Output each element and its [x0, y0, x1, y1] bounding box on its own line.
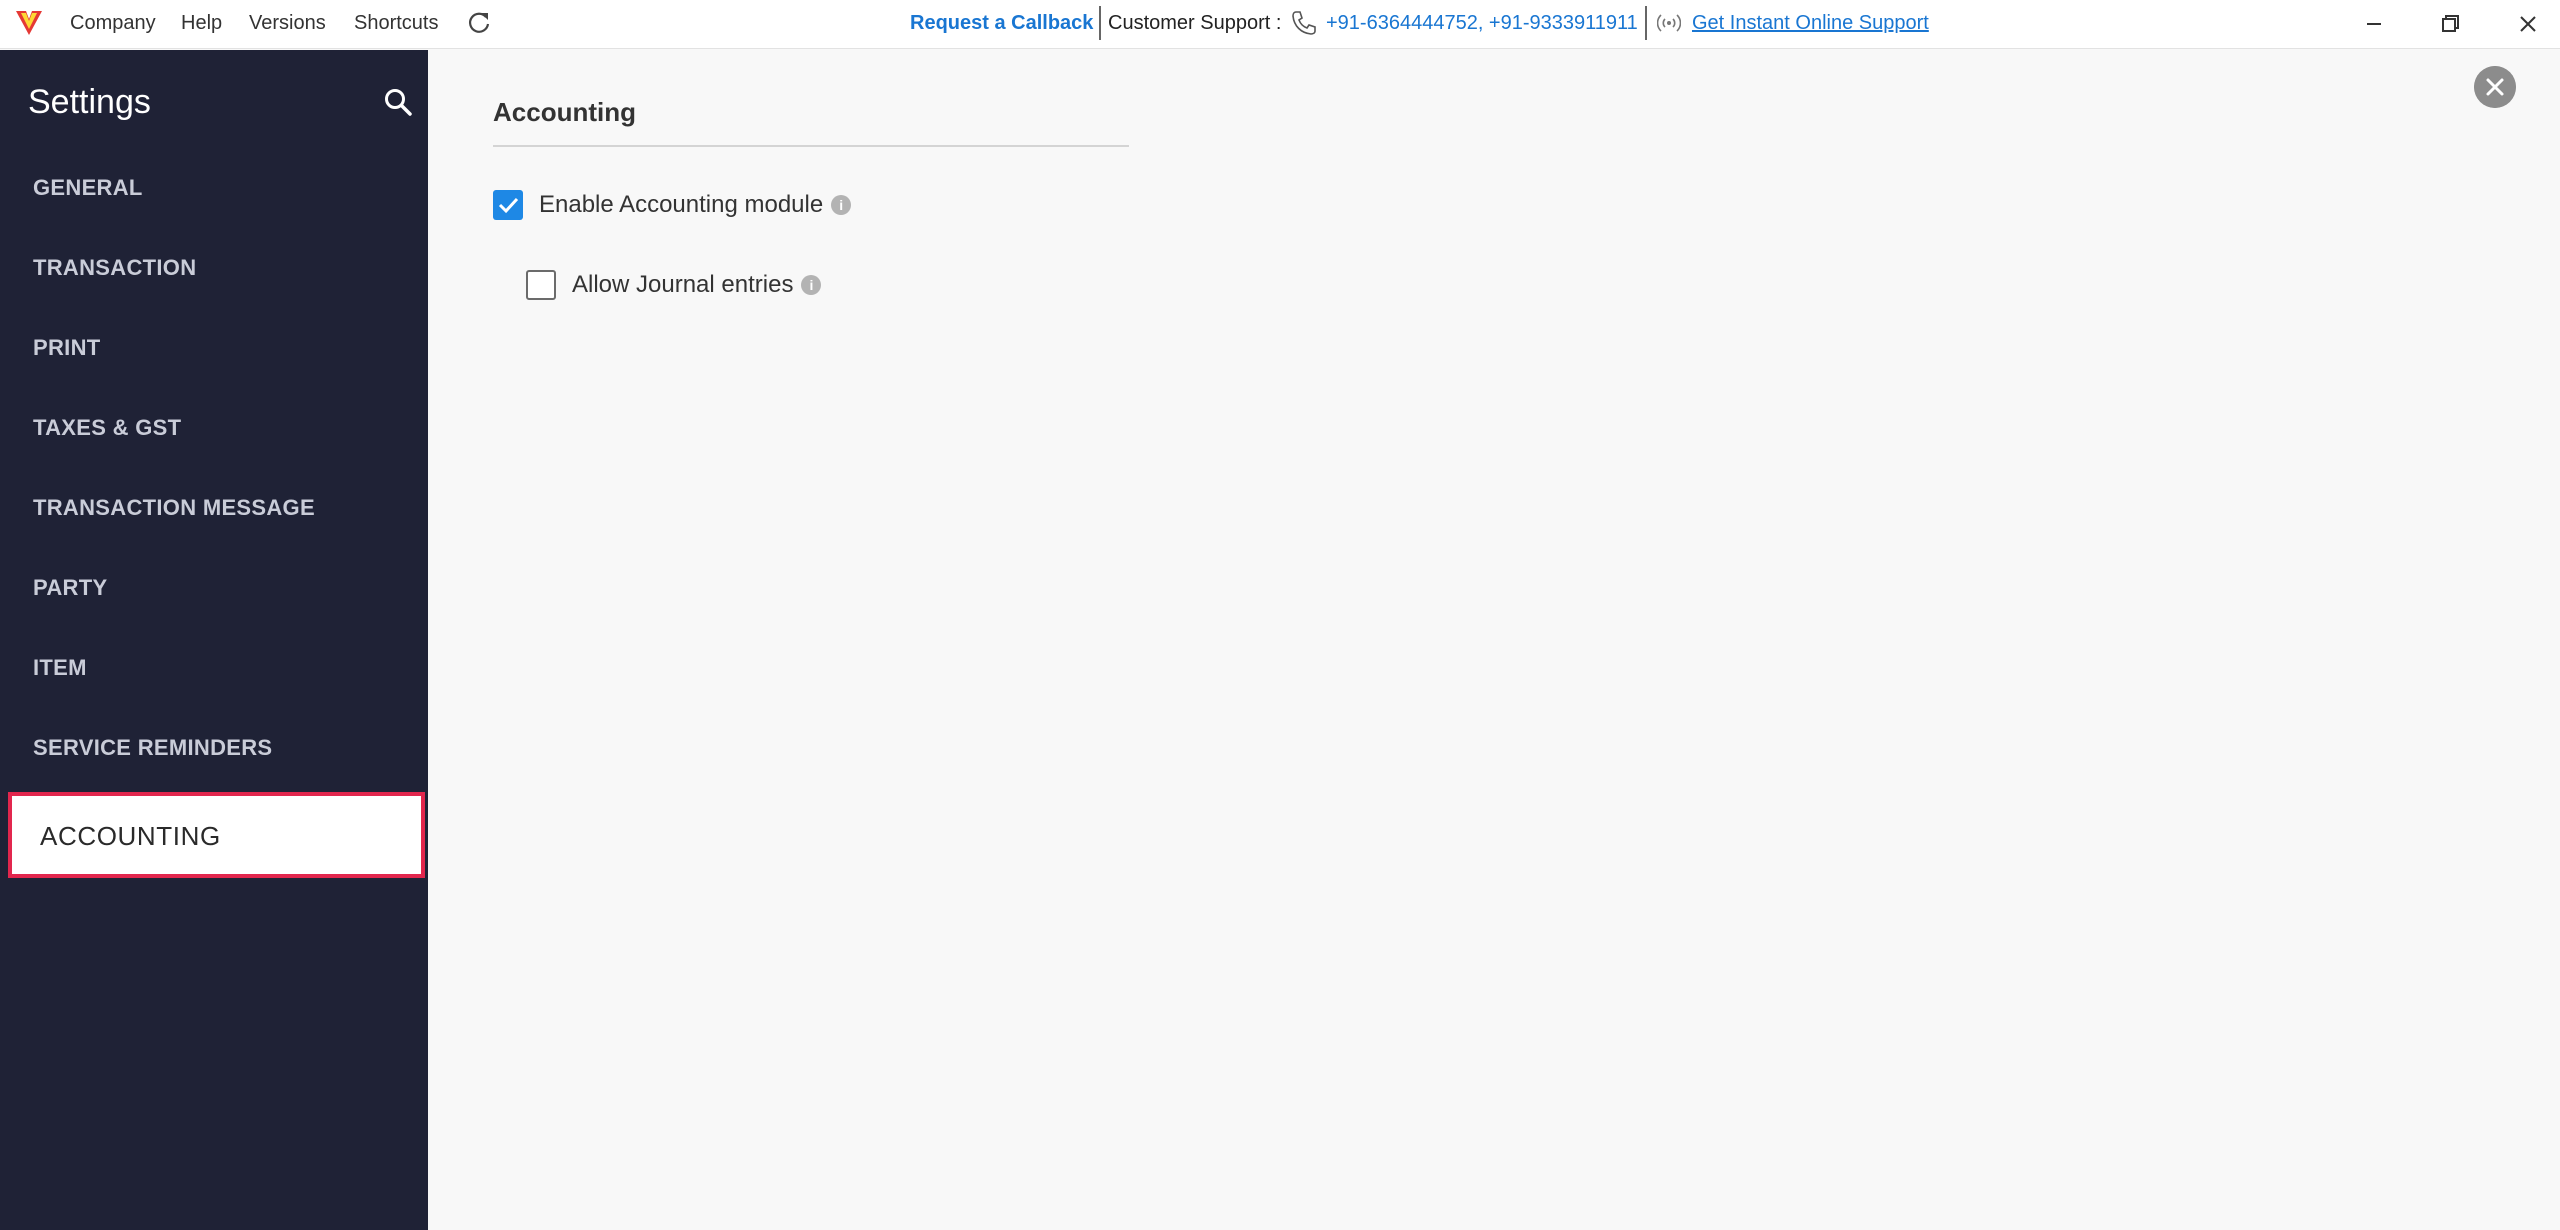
- sidebar-item-transaction[interactable]: TRANSACTION: [33, 254, 196, 282]
- menu-shortcuts[interactable]: Shortcuts: [354, 10, 438, 36]
- sidebar-item-service-reminders[interactable]: SERVICE REMINDERS: [33, 734, 272, 762]
- close-window-icon[interactable]: [2510, 8, 2546, 40]
- enable-accounting-label[interactable]: Enable Accounting module: [539, 190, 823, 220]
- sidebar-item-general[interactable]: GENERAL: [33, 174, 143, 202]
- search-icon[interactable]: [382, 86, 416, 120]
- enable-accounting-option: Enable Accounting module i: [493, 190, 852, 220]
- request-callback-link[interactable]: Request a Callback: [910, 10, 1093, 36]
- sidebar-item-taxes-gst[interactable]: TAXES & GST: [33, 414, 181, 442]
- refresh-icon[interactable]: [466, 9, 492, 35]
- section-title: Accounting: [493, 97, 636, 127]
- allow-journal-checkbox[interactable]: [526, 270, 556, 300]
- menu-help[interactable]: Help: [181, 10, 222, 36]
- settings-content: Accounting Enable Accounting module i Al…: [428, 50, 2560, 1230]
- checkmark-icon: [498, 197, 519, 214]
- separator: [1099, 6, 1101, 40]
- menu-versions[interactable]: Versions: [249, 10, 326, 36]
- title-bar: Company Help Versions Shortcuts Request …: [0, 0, 2560, 49]
- sidebar-item-party[interactable]: PARTY: [33, 574, 107, 602]
- minimize-icon[interactable]: [2356, 8, 2392, 40]
- broadcast-icon: [1657, 14, 1681, 32]
- phone-icon: [1292, 11, 1316, 35]
- restore-icon[interactable]: [2432, 8, 2468, 40]
- support-phone-numbers[interactable]: +91-6364444752, +91-9333911911: [1326, 10, 1638, 36]
- separator: [1645, 6, 1647, 40]
- sidebar-item-print[interactable]: PRINT: [33, 334, 101, 362]
- section-divider: [493, 145, 1129, 147]
- settings-sidebar: Settings GENERAL TRANSACTION PRINT TAXES…: [0, 50, 428, 1230]
- allow-journal-label[interactable]: Allow Journal entries: [572, 270, 793, 300]
- sidebar-item-label: ACCOUNTING: [40, 821, 221, 851]
- instant-online-support-link[interactable]: Get Instant Online Support: [1692, 10, 1929, 36]
- close-settings-icon[interactable]: [2474, 66, 2516, 108]
- menu-company[interactable]: Company: [70, 10, 156, 36]
- sidebar-item-transaction-message[interactable]: TRANSACTION MESSAGE: [33, 494, 315, 522]
- customer-support-label: Customer Support :: [1108, 12, 1282, 34]
- sidebar-item-item[interactable]: ITEM: [33, 654, 87, 682]
- allow-journal-option: Allow Journal entries i: [526, 270, 822, 300]
- enable-accounting-checkbox[interactable]: [493, 190, 523, 220]
- sidebar-title: Settings: [28, 83, 151, 121]
- app-logo-icon: [16, 11, 42, 35]
- sidebar-item-accounting[interactable]: ACCOUNTING: [8, 792, 425, 878]
- info-icon[interactable]: i: [831, 195, 852, 215]
- info-icon[interactable]: i: [801, 275, 822, 295]
